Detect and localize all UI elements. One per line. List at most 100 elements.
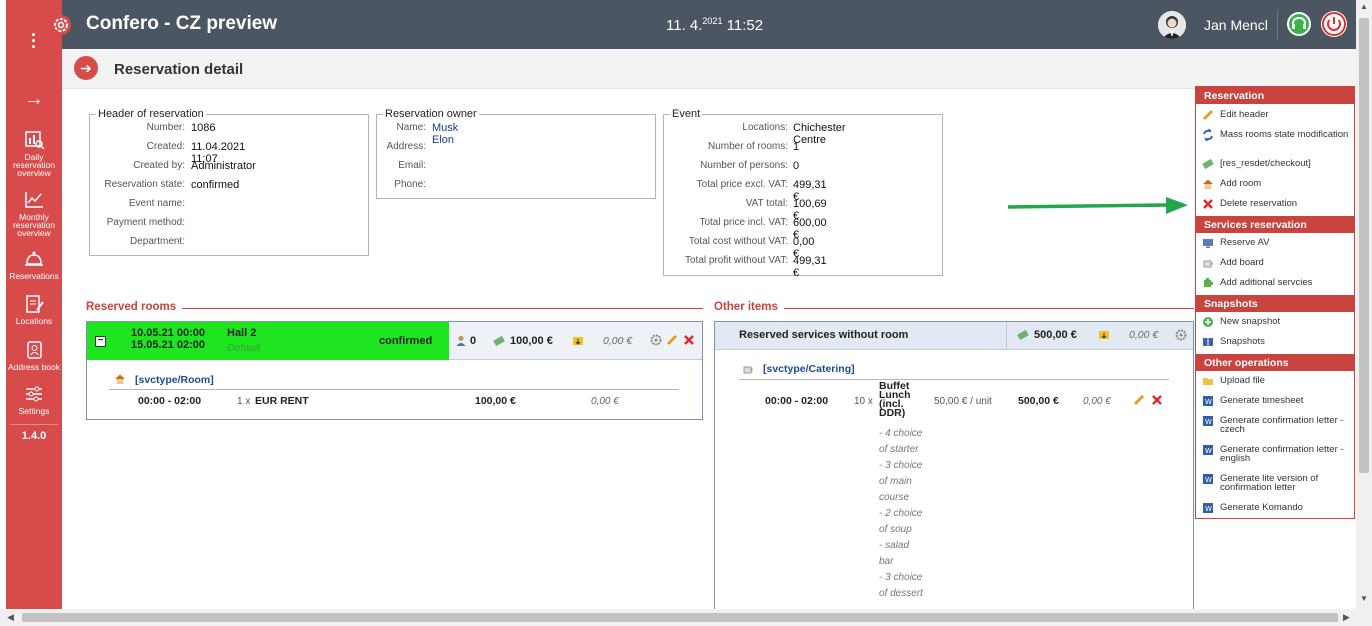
monitor-icon [1202, 237, 1214, 249]
action-label: Generate confirmation letter - czech [1220, 415, 1344, 435]
action-label: Reserve AV [1220, 237, 1270, 248]
date: 11. 4. [666, 17, 703, 34]
cost-icon [1098, 329, 1110, 341]
gear-icon[interactable] [50, 14, 72, 36]
scroll-right-icon[interactable]: ▶ [1343, 612, 1350, 623]
action-label: Add room [1220, 178, 1262, 189]
section-title-reserved-rooms: Reserved rooms [86, 301, 183, 313]
pencil-icon[interactable] [666, 334, 678, 346]
sidebar-item-reservations[interactable]: Reservations [6, 249, 62, 280]
money-icon [493, 335, 505, 347]
action-label: Edit header [1220, 109, 1269, 120]
arrow-right-icon [1008, 197, 1188, 214]
desc-line: of main [879, 476, 912, 487]
line-chart-icon [23, 190, 45, 210]
room-name[interactable]: Hall 2 [227, 327, 256, 339]
box-legend: Header of reservation [96, 108, 206, 120]
sidebar-item-settings[interactable]: Settings [6, 384, 62, 415]
delete-icon [1202, 198, 1214, 210]
svg-text:W: W [1205, 447, 1212, 455]
delete-icon[interactable] [1151, 394, 1163, 406]
delete-icon[interactable] [683, 334, 695, 346]
line-name-part: DDR) [879, 407, 906, 419]
date-to: 15.05.21 02:00 [130, 339, 205, 351]
avatar[interactable] [1158, 11, 1186, 39]
top-bar: Confero - CZ preview 11. 4.2021 11:52 Ja… [62, 0, 1356, 49]
scroll-up-icon[interactable]: ▲ [1360, 2, 1368, 11]
action-label: Upload file [1220, 375, 1265, 386]
arrow-right-icon[interactable]: ➔ [74, 56, 98, 80]
app-title: Confero - CZ preview [86, 13, 278, 34]
owner-name-link[interactable]: Musk Elon [432, 122, 458, 146]
action-label: Mass rooms state modification [1220, 129, 1349, 140]
reservation-owner-box: Reservation owner Name: Musk Elon Address… [376, 108, 656, 199]
divider [1277, 10, 1278, 40]
book-icon [1202, 336, 1214, 348]
bell-icon [23, 249, 45, 269]
sidebar-item-address-book[interactable]: Address book [6, 340, 62, 371]
field-label: Event name: [128, 198, 185, 209]
divider [10, 424, 58, 425]
sidebar-label: overview [17, 168, 51, 178]
sidebar-label: Reservations [9, 271, 59, 281]
scroll-left-icon[interactable]: ◀ [7, 612, 14, 623]
field-label: Reservation state: [104, 179, 185, 190]
sidebar-item-monthly-overview[interactable]: Monthly reservation overview [6, 190, 62, 237]
field-label: Address: [386, 141, 426, 152]
scroll-down-icon[interactable]: ▼ [1360, 594, 1368, 603]
field-value: Chichester Centre [793, 122, 846, 146]
other-items-cost: 0,00 € [1129, 329, 1159, 341]
pencil-icon[interactable] [1133, 394, 1145, 406]
page-title: Reservation detail [114, 61, 244, 78]
collapse-icon[interactable]: − [95, 336, 106, 347]
gear-icon[interactable] [1175, 329, 1187, 341]
power-icon[interactable] [1321, 11, 1347, 37]
line-name: Buffet Lunch (incl. DDR) [879, 381, 911, 419]
field-label: Locations: [742, 122, 788, 133]
line-cost: 0,00 € [591, 396, 619, 407]
word-document-icon: W [1202, 502, 1214, 514]
field-label: Created by: [133, 160, 185, 171]
date-from: 10.05.21 00:00 [130, 327, 205, 339]
line-cost: 0,00 € [1083, 396, 1111, 407]
sidebar-item-daily-overview[interactable]: Daily reservation overview [6, 130, 62, 177]
field-label: Payment method: [106, 217, 185, 228]
header-of-reservation-box: Header of reservation Number: 1086 Create… [89, 108, 369, 256]
persons-count: 0 [470, 335, 477, 347]
field-label: Name: [396, 122, 426, 133]
sidebar-label: Settings [18, 406, 50, 416]
horizontal-scrollbar[interactable]: ◀ ▶ [0, 609, 1372, 626]
svg-text:W: W [1205, 476, 1212, 484]
vertical-scrollbar[interactable]: ▲ ▼ [1356, 0, 1372, 609]
scrollbar-thumb[interactable] [1359, 18, 1369, 473]
sidebar-label: Locations [15, 316, 53, 326]
line-description: - 4 choice of starter - 3 choice of main… [879, 426, 923, 602]
room-subtitle: Default [227, 342, 261, 354]
svg-text:W: W [1205, 418, 1212, 426]
other-items-head-label: Reserved services without room [739, 329, 909, 341]
field-label: Total price incl. VAT: [699, 217, 788, 228]
field-value: 1086 [191, 122, 216, 134]
user-name[interactable]: Jan Mencl [1204, 17, 1268, 33]
word-document-icon: W [1202, 444, 1214, 456]
event-box: Event Locations: Chichester Centre Number… [663, 108, 943, 279]
gear-icon[interactable] [650, 334, 662, 346]
action-label: Snapshots [1220, 336, 1265, 347]
headset-icon[interactable] [1287, 12, 1311, 36]
version-label: 1.4.0 [21, 430, 47, 442]
line-unit-price: 50,00 € / unit [934, 396, 992, 407]
line-qty: 1 x [237, 396, 251, 407]
svg-text:W: W [1205, 398, 1212, 406]
house-icon [1202, 178, 1214, 190]
scrollbar-thumb[interactable] [22, 613, 1338, 622]
action-label: Add aditional servcies [1220, 277, 1313, 288]
refresh-icon [1202, 128, 1214, 142]
chart-search-icon [23, 130, 45, 150]
page-header: ➔ Reservation detail [62, 49, 1356, 89]
desc-line: bar [879, 556, 894, 567]
field-label: Number of persons: [700, 160, 788, 171]
sidebar-item-locations[interactable]: Locations [6, 294, 62, 325]
field-value: 0 [793, 160, 800, 172]
room-header: − 10.05.21 00:00 15.05.21 02:00 Hall 2 D… [87, 322, 702, 360]
expand-sidebar-icon[interactable]: → [6, 88, 62, 111]
